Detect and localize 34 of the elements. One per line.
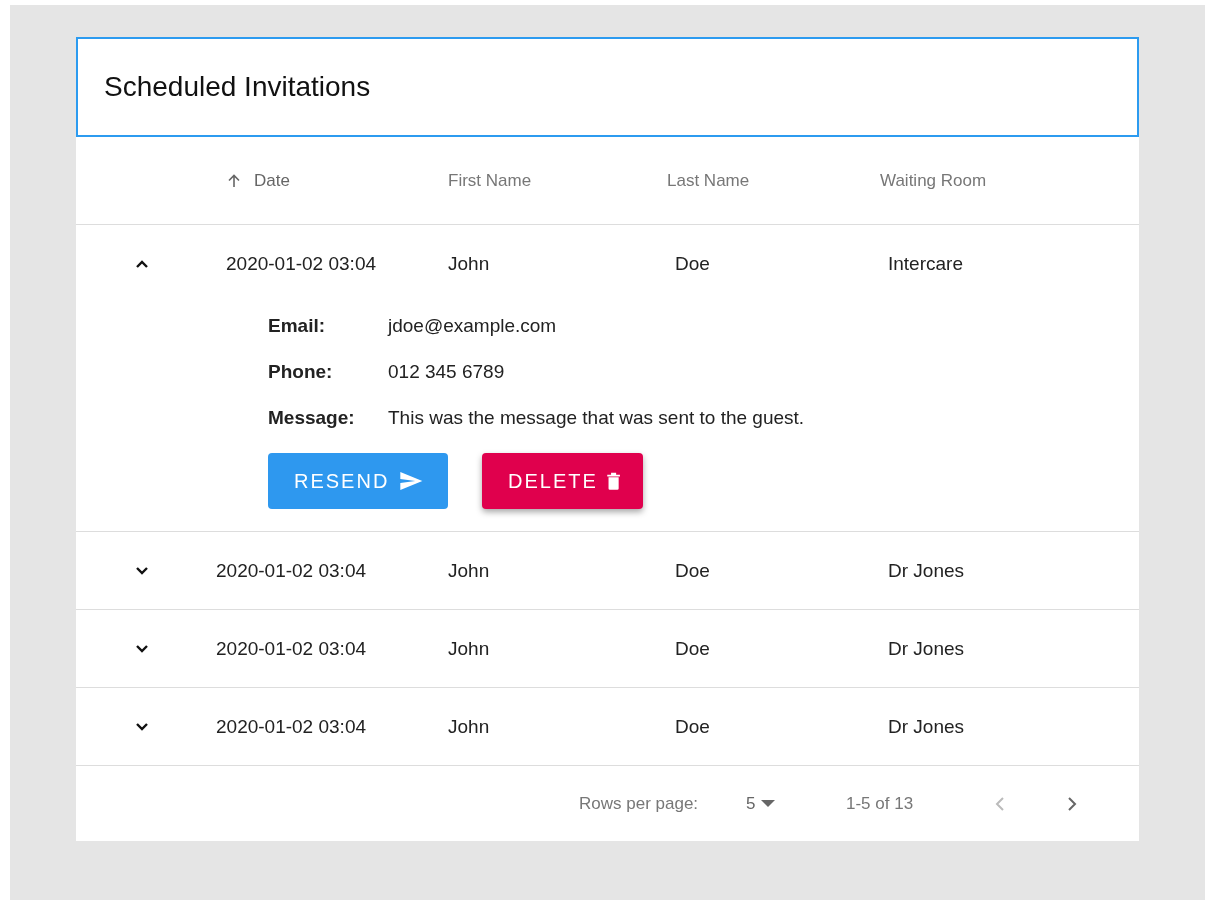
table-cell-text: 2020-01-02 03:04 [216,559,367,582]
detail-label: Email: [268,315,327,337]
detail-value: jdoe@example.com [388,315,557,337]
rows-per-page-label: Rows per page: [579,793,700,814]
detail-label: Message: [268,407,356,429]
detail-label: Phone: [268,361,334,383]
detail-value: This was the message that was sent to the guest. [388,407,805,429]
page-range: 1-5 of 13 [846,793,915,814]
table-cell-text: Doe [674,637,711,660]
column-header[interactable]: Last Name [667,170,750,191]
table-cell-text: Dr Jones [887,559,966,582]
table-cell-text: 2020-01-02 03:04 [225,253,377,275]
table-cell-text: Dr Jones [887,715,966,738]
table-cell-text: John [448,637,491,660]
table-cell-text: John [448,253,491,275]
sort-arrow-icon[interactable] [226,172,242,189]
resend-button[interactable]: RESEND [268,453,448,509]
table-cell-text: Doe [674,715,711,738]
table-cell-text: Intercare [887,253,964,275]
table-cell-text: Doe [674,559,711,582]
table-cell-text: 2020-01-02 03:04 [216,715,367,738]
card-title: Scheduled Invitations [104,71,371,103]
column-header[interactable]: Waiting Room [880,170,987,191]
table-cell-text: Dr Jones [887,637,966,660]
table-cell-text: Doe [674,253,711,275]
column-header[interactable]: Date [254,170,290,191]
table-cell-text: John [448,559,491,582]
column-header[interactable]: First Name [448,170,532,191]
detail-value: 012 345 6789 [388,361,505,383]
delete-button[interactable]: DELETE [482,453,643,509]
table-cell-text: John [448,715,491,738]
dropdown-caret-icon [761,800,776,807]
table-cell-text: 2020-01-02 03:04 [216,637,367,660]
rows-per-page-select[interactable]: 5 [746,793,846,814]
